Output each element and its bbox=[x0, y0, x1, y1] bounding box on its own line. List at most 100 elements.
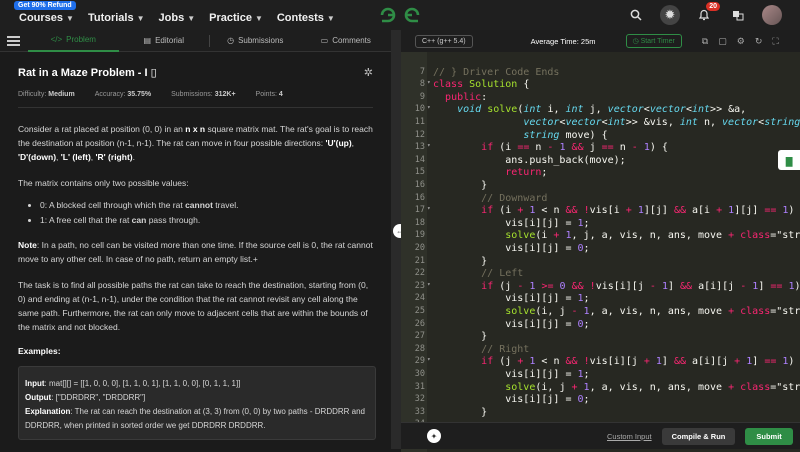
submit-button[interactable]: Submit bbox=[745, 427, 793, 445]
nav-contests[interactable]: Contests ▼ bbox=[277, 12, 335, 24]
code-line[interactable]: 8 ▾ class Solution { bbox=[401, 79, 800, 92]
editor-toolbar: C++ (g++ 5.4) Average Time: 25m ◷ Start … bbox=[401, 30, 800, 52]
start-timer-button[interactable]: ◷ Start Timer bbox=[625, 34, 682, 48]
note-paragraph: Note: In a path, no cell can be visited … bbox=[18, 240, 373, 264]
values-list: 0: A blocked cell through which the rat … bbox=[40, 198, 373, 228]
chevron-down-icon: ▼ bbox=[187, 13, 196, 23]
translate-icon[interactable] bbox=[728, 5, 748, 25]
points-label: Points: bbox=[255, 91, 277, 98]
code-line[interactable]: 28 // Right bbox=[401, 344, 800, 357]
code-line[interactable]: 13 ▾ if (i == n - 1 && j == n - 1) { bbox=[401, 142, 800, 155]
refund-badge[interactable]: Get 90% Refund bbox=[14, 1, 76, 10]
line-number: 11 bbox=[414, 117, 425, 127]
submissions-label: Submissions: bbox=[171, 91, 213, 98]
average-time: Average Time: 25m bbox=[530, 36, 596, 46]
submissions-value: 312K+ bbox=[214, 91, 236, 98]
nav-practice-label: Practice bbox=[209, 12, 252, 24]
problem-title-text: Rat in a Maze Problem - I bbox=[18, 67, 148, 79]
code-line[interactable]: 15 return; bbox=[401, 167, 800, 180]
problem-panel: </> Problem ▤ Editorial ◷ Submissions ▭ Comm… bbox=[0, 30, 391, 449]
fullscreen-icon[interactable]: ⛶ bbox=[772, 36, 778, 47]
bookmark-icon[interactable]: ▯ bbox=[148, 67, 157, 79]
file-icon[interactable]: ▢ bbox=[718, 36, 727, 47]
timer-icon: ◷ bbox=[632, 38, 641, 45]
code-line[interactable]: 7 // } Driver Code Ends bbox=[401, 67, 800, 80]
code-line[interactable]: 31 solve(i, j + 1, a, vis, n, ans, move … bbox=[401, 382, 800, 395]
code-text: solve(i, j - 1, a, vis, n, ans, move + c… bbox=[505, 306, 800, 317]
menu-icon[interactable] bbox=[0, 35, 28, 46]
title-row: Rat in a Maze Problem - I ▯ ✲ bbox=[18, 66, 373, 79]
code-text: } bbox=[433, 406, 488, 418]
code-text: public: bbox=[445, 91, 488, 103]
code-line[interactable]: 12 string move) { bbox=[401, 130, 800, 143]
code-line[interactable]: 29 ▾ if (j + 1 < n && !vis[i][j + 1] && a… bbox=[401, 356, 800, 369]
panel-splitter[interactable] bbox=[391, 30, 401, 449]
code-line[interactable]: 14 ans.push_back(move); bbox=[401, 155, 800, 168]
code-line[interactable]: 30 vis[i][j] = 1; bbox=[401, 369, 800, 382]
code-line[interactable]: 18 vis[i][j] = 1; bbox=[401, 218, 800, 231]
code-text: if (i + 1 < n && !vis[i + 1][j] && a[i +… bbox=[481, 205, 795, 217]
code-line[interactable]: 26 vis[i][j] = 0; bbox=[401, 319, 800, 332]
code-line[interactable]: 10 ▾ void solve(int i, int j, vector<vect… bbox=[401, 104, 800, 117]
code-line[interactable] bbox=[401, 54, 800, 67]
list-item: 1: A free cell that the rat can pass thr… bbox=[40, 213, 373, 228]
tab-editorial[interactable]: ▤ Editorial bbox=[119, 30, 210, 52]
line-number: 8 bbox=[419, 79, 425, 90]
code-line[interactable]: 17 ▾ if (i + 1 < n && !vis[i + 1][j] && a… bbox=[401, 205, 800, 218]
custom-input-link[interactable]: Custom Input bbox=[607, 432, 652, 441]
code-text: vis[i][j] = 1; bbox=[433, 217, 590, 229]
settings-icon[interactable]: ⚙ bbox=[737, 36, 745, 47]
code-line[interactable]: 27 } bbox=[401, 331, 800, 344]
example-explanation: Explanation: The rat can reach the desti… bbox=[25, 407, 365, 430]
problem-title: Rat in a Maze Problem - I ▯ bbox=[18, 66, 157, 79]
copy-icon[interactable]: ⧉ bbox=[702, 36, 708, 47]
code-line[interactable]: 23 ▾ if (j - 1 >= 0 && !vis[i][j - 1] && … bbox=[401, 281, 800, 294]
editor-bottom-bar: ✦ Custom Input Compile & Run Submit bbox=[401, 422, 800, 449]
code-text: // Left bbox=[433, 268, 524, 280]
code-line[interactable]: 19 solve(i + 1, j, a, vis, n, ans, move … bbox=[401, 230, 800, 243]
submissions-count: Submissions: 312K+ bbox=[171, 91, 235, 98]
nav-jobs[interactable]: Jobs ▼ bbox=[159, 12, 196, 24]
code-line[interactable]: 25 solve(i, j - 1, a, vis, n, ans, move … bbox=[401, 306, 800, 319]
code-line[interactable]: 22 // Left bbox=[401, 268, 800, 281]
code-editor[interactable]: 7 // } Driver Code Ends 8 ▾ class Solution {… bbox=[401, 52, 800, 452]
code-line[interactable]: 20 vis[i][j] = 0; bbox=[401, 243, 800, 256]
language-select[interactable]: C++ (g++ 5.4) bbox=[415, 34, 473, 48]
code-line[interactable]: 16 // Downward bbox=[401, 193, 800, 206]
line-number: 25 bbox=[414, 306, 425, 316]
chat-icon[interactable]: ▆ bbox=[778, 150, 800, 170]
accuracy-value: 35.75% bbox=[127, 91, 152, 98]
code-line[interactable]: 21 } bbox=[401, 256, 800, 269]
tab-submissions[interactable]: ◷ Submissions bbox=[210, 30, 301, 52]
reset-icon[interactable]: ↻ bbox=[755, 36, 763, 47]
editor-panel: C++ (g++ 5.4) Average Time: 25m ◷ Start … bbox=[401, 30, 800, 452]
compile-run-button[interactable]: Compile & Run bbox=[661, 427, 736, 445]
code-text: } bbox=[433, 180, 488, 191]
tab-problem[interactable]: </> Problem bbox=[28, 30, 119, 52]
code-line[interactable]: 32 vis[i][j] = 0; bbox=[401, 394, 800, 407]
chevron-down-icon: ▼ bbox=[326, 13, 335, 23]
lightbulb-icon[interactable]: ✦ bbox=[427, 429, 441, 443]
code-line[interactable]: 33 } bbox=[401, 407, 800, 420]
nav-practice[interactable]: Practice ▼ bbox=[209, 12, 263, 24]
code-line[interactable]: 24 vis[i][j] = 1; bbox=[401, 293, 800, 306]
nav-courses[interactable]: Courses ▼ bbox=[19, 12, 74, 24]
task-paragraph: The task is to find all possible paths t… bbox=[18, 280, 369, 332]
nav-tutorials[interactable]: Tutorials ▼ bbox=[88, 12, 145, 24]
code-line[interactable]: 11 vector<vector<int>> &vis, int n, vect… bbox=[401, 117, 800, 130]
code-line[interactable]: 9 public: bbox=[401, 92, 800, 105]
avatar[interactable] bbox=[762, 5, 782, 25]
code-line[interactable]: 16 } bbox=[401, 180, 800, 193]
example-input: Input: mat[][] = [[1, 0, 0, 0], [1, 1, 0… bbox=[25, 379, 241, 388]
code-text: void solve(int i, int j, vector<vector<i… bbox=[457, 104, 747, 116]
theme-toggle-icon[interactable]: ✹ bbox=[660, 5, 680, 25]
tab-problem-label: Problem bbox=[66, 35, 96, 44]
bug-report-icon[interactable]: ✲ bbox=[364, 66, 373, 79]
tab-comments[interactable]: ▭ Comments bbox=[301, 30, 392, 52]
search-icon[interactable] bbox=[626, 5, 646, 25]
bell-icon[interactable]: 20 bbox=[694, 2, 720, 25]
gfg-logo[interactable] bbox=[378, 5, 422, 25]
code-text: } bbox=[433, 331, 488, 343]
line-number: 13 bbox=[414, 142, 425, 153]
line-number: 16 bbox=[414, 192, 425, 203]
